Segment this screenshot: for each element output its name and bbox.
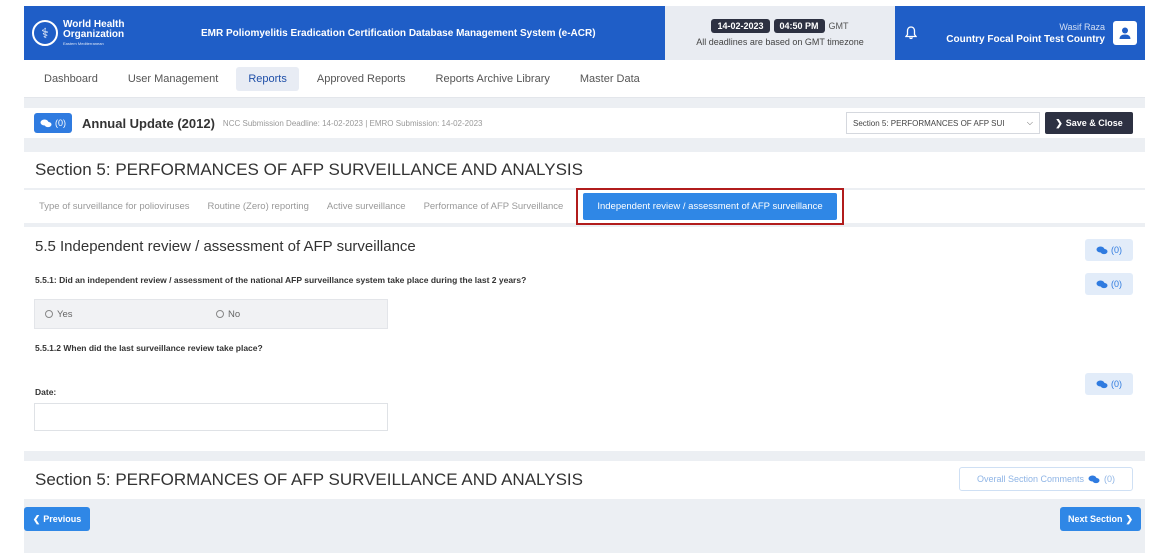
nav-dashboard[interactable]: Dashboard bbox=[32, 67, 110, 91]
who-logo[interactable]: ⚕ World Health Organization Eastern Medi… bbox=[24, 6, 196, 60]
report-topbar: (0) Annual Update (2012) NCC Submission … bbox=[24, 108, 1145, 138]
footer-section-header: Section 5: PERFORMANCES OF AFP SURVEILLA… bbox=[24, 461, 1145, 499]
date-input[interactable] bbox=[34, 403, 388, 431]
notification-bell-icon[interactable] bbox=[895, 6, 927, 60]
tab-routine-zero-reporting[interactable]: Routine (Zero) reporting bbox=[199, 201, 318, 212]
comments-icon bbox=[1096, 246, 1108, 254]
nav-approved-reports[interactable]: Approved Reports bbox=[305, 67, 418, 91]
report-comment-count: (0) bbox=[55, 118, 66, 128]
date-comment-count: (0) bbox=[1111, 379, 1122, 389]
subsection-tabs: Type of surveillance for polioviruses Ro… bbox=[24, 188, 1145, 225]
user-name: Wasif Raza bbox=[1059, 21, 1105, 32]
question-comment-count: (0) bbox=[1111, 279, 1122, 289]
form-comments-button[interactable]: (0) bbox=[1085, 239, 1133, 261]
section-title: Section 5: PERFORMANCES OF AFP SURVEILLA… bbox=[35, 160, 583, 179]
radio-yes[interactable]: Yes bbox=[45, 309, 216, 320]
radio-no[interactable]: No bbox=[216, 309, 387, 320]
globe-icon: ⚕ bbox=[32, 20, 58, 46]
logo-line2: Organization bbox=[63, 29, 125, 40]
time-box: 14-02-2023 04:50 PM GMT All deadlines ar… bbox=[665, 6, 895, 60]
tab-performance-afp-surveillance[interactable]: Performance of AFP Surveillance bbox=[415, 201, 573, 212]
time-pill: 04:50 PM bbox=[773, 19, 825, 33]
date-comments-button[interactable]: (0) bbox=[1085, 373, 1133, 395]
top-header: ⚕ World Health Organization Eastern Medi… bbox=[24, 6, 1145, 60]
nav-reports-archive-library[interactable]: Reports Archive Library bbox=[424, 67, 562, 91]
tab-type-of-surveillance[interactable]: Type of surveillance for polioviruses bbox=[30, 201, 199, 212]
radio-circle-icon bbox=[216, 310, 224, 318]
date-label: Date: bbox=[35, 387, 57, 397]
form-comment-count: (0) bbox=[1111, 245, 1122, 255]
date-pill: 14-02-2023 bbox=[711, 19, 770, 33]
deadline-note: All deadlines are based on GMT timezone bbox=[696, 37, 864, 47]
next-label: Next Section bbox=[1067, 514, 1123, 524]
main-content: (0) Annual Update (2012) NCC Submission … bbox=[24, 98, 1145, 553]
form-title: 5.5 Independent review / assessment of A… bbox=[35, 238, 416, 255]
logo-line3: Eastern Mediterranean bbox=[63, 41, 104, 46]
comments-icon bbox=[40, 119, 52, 127]
next-section-button[interactable]: Next Section ❯ bbox=[1060, 507, 1141, 531]
tab-independent-review-label: Independent review / assessment of AFP s… bbox=[583, 193, 837, 220]
nav-reports[interactable]: Reports bbox=[236, 66, 299, 91]
section-select-value: Section 5: PERFORMANCES OF AFP SUI bbox=[853, 118, 1005, 128]
section-header: Section 5: PERFORMANCES OF AFP SURVEILLA… bbox=[24, 152, 1145, 188]
question-comments-button[interactable]: (0) bbox=[1085, 273, 1133, 295]
chevron-left-icon: ❮ bbox=[32, 513, 41, 524]
tab-independent-review[interactable]: Independent review / assessment of AFP s… bbox=[576, 188, 844, 225]
comments-icon bbox=[1096, 280, 1108, 288]
previous-button[interactable]: ❮ Previous bbox=[24, 507, 90, 531]
question-5-5-1-2: 5.5.1.2 When did the last surveillance r… bbox=[35, 343, 263, 353]
submission-deadlines: NCC Submission Deadline: 14-02-2023 | EM… bbox=[222, 118, 483, 128]
radio-yes-label: Yes bbox=[57, 308, 73, 320]
form-card: 5.5 Independent review / assessment of A… bbox=[24, 227, 1145, 451]
nav-master-data[interactable]: Master Data bbox=[568, 67, 652, 91]
previous-label: Previous bbox=[43, 514, 82, 524]
section-select[interactable]: Section 5: PERFORMANCES OF AFP SUI ⌵ bbox=[846, 112, 1040, 134]
tab-active-surveillance[interactable]: Active surveillance bbox=[318, 201, 415, 212]
avatar-icon[interactable] bbox=[1113, 21, 1137, 45]
timezone-label: GMT bbox=[828, 21, 849, 31]
footer-section-title: Section 5: PERFORMANCES OF AFP SURVEILLA… bbox=[35, 470, 583, 489]
chevron-right-icon: ❯ bbox=[1055, 117, 1063, 128]
overall-comment-count: (0) bbox=[1104, 474, 1116, 484]
radio-no-label: No bbox=[228, 308, 241, 320]
report-comments-button[interactable]: (0) bbox=[34, 113, 72, 133]
comments-icon bbox=[1096, 380, 1108, 388]
overall-section-comments-button[interactable]: Overall Section Comments (0) bbox=[959, 467, 1133, 491]
radio-circle-icon bbox=[45, 310, 53, 318]
save-close-button[interactable]: ❯ Save & Close bbox=[1045, 112, 1133, 134]
overall-comments-label: Overall Section Comments bbox=[976, 474, 1085, 484]
report-title: Annual Update (2012) bbox=[82, 115, 215, 131]
chevron-down-icon: ⌵ bbox=[1026, 118, 1033, 127]
main-nav: Dashboard User Management Reports Approv… bbox=[24, 60, 1145, 98]
user-menu[interactable]: Wasif Raza Country Focal Point Test Coun… bbox=[927, 6, 1145, 60]
chevron-right-icon: ❯ bbox=[1125, 513, 1134, 524]
question-5-5-1: 5.5.1: Did an independent review / asses… bbox=[35, 275, 527, 285]
nav-user-management[interactable]: User Management bbox=[116, 67, 231, 91]
system-title: EMR Poliomyelitis Eradication Certificat… bbox=[201, 27, 596, 39]
save-close-label: Save & Close bbox=[1065, 118, 1123, 128]
user-role: Country Focal Point Test Country bbox=[946, 33, 1105, 45]
comments-icon bbox=[1088, 475, 1100, 483]
yes-no-radio-group: Yes No bbox=[34, 299, 388, 329]
